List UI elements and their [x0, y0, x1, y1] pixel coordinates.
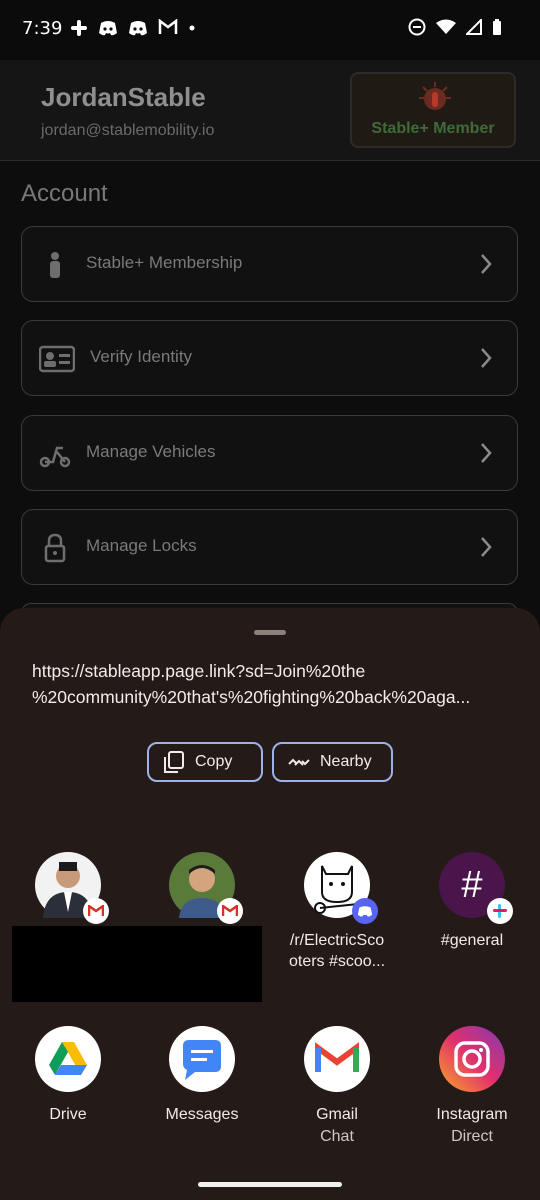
account-section-title: Account [21, 180, 108, 207]
profile-name: JordanStable [41, 82, 206, 112]
app-label: Instagram [436, 1106, 508, 1123]
gmail-icon [158, 19, 178, 34]
avatar: # [439, 852, 513, 924]
chevron-right-icon [481, 348, 492, 368]
redacted-area [12, 926, 262, 1002]
app-sublabel: Direct [451, 1128, 493, 1145]
share-url: https://stableapp.page.link?sd=Join%20th… [32, 658, 512, 710]
notification-icons [70, 19, 196, 37]
share-url-line: https://stableapp.page.link?sd=Join%20th… [32, 661, 366, 681]
avatar [35, 852, 109, 924]
drive-icon [35, 1026, 101, 1092]
profile-header: JordanStable jordan@stablemobility.io St… [0, 60, 540, 161]
battery-icon [493, 19, 501, 35]
avatar [169, 852, 243, 924]
app-label: Gmail [316, 1106, 358, 1123]
gesture-nav-bar[interactable] [198, 1182, 342, 1187]
app-label: Messages [165, 1106, 239, 1123]
direct-share-contact-2[interactable] [142, 852, 262, 924]
dot-icon [189, 25, 195, 31]
discord-badge-icon [352, 898, 378, 924]
gmail-badge-icon [83, 898, 109, 924]
direct-share-contact-1[interactable] [8, 852, 128, 924]
avatar [304, 852, 378, 924]
row-label: Manage Vehicles [86, 442, 216, 461]
status-bar: 7:39 [0, 0, 540, 60]
target-label: /r/ElectricSco oters #scoo... [288, 932, 386, 970]
instagram-icon [439, 1026, 505, 1092]
chevron-right-icon [481, 443, 492, 463]
lock-icon [44, 533, 66, 563]
wifi-icon [436, 19, 456, 34]
copy-icon [164, 751, 184, 773]
share-sheet: https://stableapp.page.link?sd=Join%20th… [0, 608, 540, 1200]
discord-icon [129, 21, 147, 36]
app-drive[interactable]: Drive [8, 1026, 128, 1125]
row-label: Stable+ Membership [86, 253, 243, 272]
manage-locks-row[interactable]: Manage Locks [21, 509, 518, 585]
nearby-button-label: Nearby [320, 753, 372, 770]
copy-button-label: Copy [195, 753, 233, 770]
row-label: Manage Locks [86, 536, 197, 555]
slack-badge-icon [487, 898, 513, 924]
app-label: Drive [49, 1106, 87, 1123]
system-icons [408, 18, 502, 36]
person-icon [50, 252, 60, 278]
do-not-disturb-icon [408, 18, 426, 36]
id-card-icon [39, 345, 75, 373]
discord-icon [99, 21, 117, 36]
membership-badge[interactable]: Stable+ Member [350, 72, 516, 148]
target-label: #general [440, 932, 504, 949]
badge-label: Stable+ Member [371, 120, 495, 137]
app-sublabel: Chat [320, 1128, 354, 1145]
signal-icon [466, 19, 482, 35]
direct-share-discord-channel[interactable]: /r/ElectricSco oters #scoo... [277, 852, 397, 972]
scooter-icon [39, 446, 71, 468]
app-gmail-chat[interactable]: Gmail Chat [277, 1026, 397, 1149]
gmail-badge-icon [217, 898, 243, 924]
stable-membership-row[interactable]: Stable+ Membership [21, 226, 518, 302]
nearby-button[interactable]: Nearby [272, 742, 393, 782]
status-time: 7:39 [22, 18, 63, 39]
slack-icon [71, 20, 87, 36]
drag-handle[interactable] [254, 630, 286, 635]
row-label: Verify Identity [90, 347, 193, 366]
gmail-icon [304, 1026, 370, 1092]
member-emblem-icon [419, 82, 451, 110]
app-instagram-direct[interactable]: Instagram Direct [412, 1026, 532, 1149]
verify-identity-row[interactable]: Verify Identity [21, 320, 518, 396]
chevron-right-icon [481, 537, 492, 557]
hash-icon: # [461, 863, 483, 906]
profile-email: jordan@stablemobility.io [41, 122, 215, 139]
share-url-line: %20community%20that's%20fighting%20back%… [32, 687, 471, 707]
nearby-share-icon [288, 758, 310, 766]
app-messages[interactable]: Messages [142, 1026, 262, 1125]
direct-share-slack-channel[interactable]: # #general [412, 852, 532, 951]
messages-icon [169, 1026, 235, 1092]
chevron-right-icon [481, 254, 492, 274]
copy-button[interactable]: Copy [147, 742, 263, 782]
manage-vehicles-row[interactable]: Manage Vehicles [21, 415, 518, 491]
